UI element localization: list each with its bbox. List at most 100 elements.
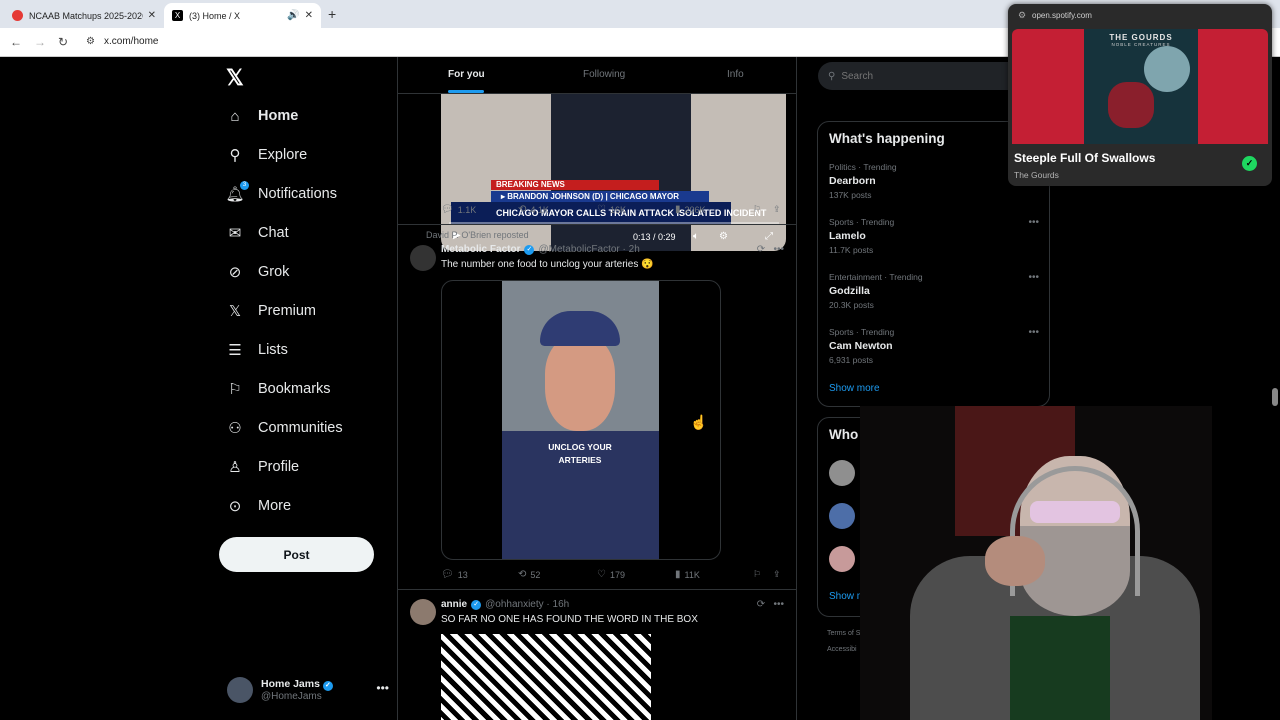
tweet2-actions: 💬︎ 13 ⟲ 52 ♡ 179 ▮ 11K ⚐ ⇪ [441,569,786,585]
views-button[interactable]: ▮ 11K [675,569,700,580]
back-icon[interactable]: ← [10,35,22,49]
avatar[interactable] [829,546,855,572]
check-icon[interactable]: ✓ [1242,156,1257,171]
nav-home[interactable]: ⌂ Home [226,101,298,131]
divider [398,589,796,590]
avatar[interactable] [829,460,855,486]
nav-explore[interactable]: ⚲ Explore [226,140,308,170]
bookmark-icon[interactable]: ⚐ [753,569,761,580]
reload-icon[interactable]: ↻ [58,35,68,49]
bookmark-icon[interactable]: ⚐ [753,204,761,215]
close-tab-icon[interactable]: ✕ [305,10,313,21]
repost-count: 4.1K [530,204,549,215]
trend-category: Sports · Trending [829,217,895,227]
artist-name[interactable]: The Gourds [1014,170,1059,180]
verified-badge-icon: ✓ [322,681,333,691]
forward-icon[interactable]: → [34,35,46,49]
repost-button[interactable]: ⟲ 4.1K [518,204,549,215]
more-icon[interactable]: ••• [1028,272,1039,283]
trend-item[interactable]: Sports · Trending Lamelo 11.7K posts ••• [829,217,1039,255]
tab-following[interactable]: Following [583,69,625,80]
tab-info[interactable]: Info [727,69,744,80]
video-time: 0:13 / 0:29 [633,232,676,242]
settings-icon[interactable]: ⚙ [719,231,728,242]
views-button[interactable]: ▮ 206K [675,204,706,215]
account-switcher[interactable]: Home Jams ✓ @HomeJams ••• [227,675,397,705]
repost-button[interactable]: ⟲ 52 [518,569,540,580]
grok-icon[interactable]: ⟳ ••• [757,244,784,255]
nav-profile[interactable]: ♙ Profile [226,452,299,482]
tweet-image-pattern[interactable] [441,634,651,720]
trend-topic: Cam Newton [829,340,893,352]
more-icon[interactable]: ••• [376,681,389,695]
reply-icon: 💬︎ [441,204,454,215]
scrollbar[interactable] [1272,388,1278,406]
new-tab-button[interactable]: + [328,6,336,22]
fullscreen-icon[interactable]: ⤢ [765,231,773,242]
grok-icon[interactable]: ⟳ ••• [757,599,784,610]
footer-accessibility[interactable]: Accessibi [827,646,857,653]
spotify-miniplayer[interactable]: ⚙ open.spotify.com THE GOURDS NOBLE CREA… [1008,4,1272,186]
avatar[interactable] [829,503,855,529]
avatar[interactable] [410,599,436,625]
tweet-video-news[interactable]: BREAKING NEWS ▸ BRANDON JOHNSON (D) | CH… [441,94,786,251]
trend-count: 137K posts [829,190,872,200]
avatar[interactable] [410,245,436,271]
more-icon[interactable]: ••• [1028,217,1039,228]
nav-notifications[interactable]: 🔔︎ 3 Notifications [225,179,337,209]
tweet-text: The number one food to unclog your arter… [441,259,654,270]
browser-tab-ncaab[interactable]: NCAAB Matchups 2025-2026 · ✕ [4,3,164,28]
nav-label: Notifications [258,186,337,202]
mouse-cursor-icon: ☝ [690,414,708,430]
more-icon[interactable]: ••• [1028,327,1039,338]
like-button[interactable]: ♡ 179 [597,569,625,580]
nav-chat[interactable]: ✉ Chat [226,218,289,248]
address-bar[interactable]: x.com/home [104,36,158,47]
author-handle[interactable]: @ohhanxiety · 16h [485,599,569,610]
like-count: 179 [609,569,625,580]
timeline: For you Following Info BREAKING NEWS ▸ B… [397,57,797,720]
show-more-link[interactable]: Show more [829,383,880,394]
like-button[interactable]: ♡ 16K [597,204,626,215]
footer-terms[interactable]: Terms of S [827,630,860,637]
nav-bookmarks[interactable]: ⚐ Bookmarks [226,374,330,404]
nav-label: Profile [258,459,300,475]
trend-item[interactable]: Sports · Trending Cam Newton 6,931 posts… [829,327,1039,365]
tweet-video-doctor[interactable]: UNCLOG YOUR ARTERIES [441,280,721,560]
author-name[interactable]: Metabolic Factor [441,244,520,255]
tweet-text: SO FAR NO ONE HAS FOUND THE WORD IN THE … [441,614,698,625]
ncaab-favicon-icon [12,10,23,21]
volume-icon[interactable]: 🔈︎ [693,231,699,242]
tab-for-you[interactable]: For you [448,69,485,80]
post-button[interactable]: Post [219,537,374,572]
chart-icon: ▮ [675,204,681,215]
share-icon[interactable]: ⇪ [773,569,781,580]
search-input[interactable] [841,70,1032,82]
trend-category: Sports · Trending [829,327,895,337]
author-handle[interactable]: @MetabolicFactor · 2h [538,244,639,255]
reposted-by[interactable]: David P. O'Brien reposted [426,230,529,240]
reply-button[interactable]: 💬︎ 13 [441,569,468,580]
nav-communities[interactable]: ⚇ Communities [226,413,342,443]
face-shape [545,336,615,431]
nav-more[interactable]: ⊙ More [226,491,291,521]
site-info-icon[interactable]: ⚙ [86,36,95,47]
browser-tab-x-home[interactable]: X (3) Home / X 🔊 ✕ [164,3,321,28]
nav-label: Chat [258,225,289,241]
speaker-icon[interactable]: 🔊 [287,10,299,21]
song-title[interactable]: Steeple Full Of Swallows [1014,151,1155,165]
close-tab-icon[interactable]: ✕ [148,10,156,21]
repost-icon: ⟲ [518,204,527,215]
nav-grok[interactable]: ⊘ Grok [226,257,290,287]
nav-premium[interactable]: 𝕏 Premium [226,296,316,326]
x-logo-icon[interactable]: 𝕏 [226,65,244,91]
album-art-creature [1108,82,1154,128]
person-shirt [1010,616,1110,720]
share-icon[interactable]: ⇪ [773,204,781,215]
nav-lists[interactable]: ☰ Lists [226,335,288,365]
trend-count: 20.3K posts [829,300,874,310]
trend-item[interactable]: Entertainment · Trending Godzilla 20.3K … [829,272,1039,310]
site-info-icon: ⚙ [1018,10,1027,20]
author-name[interactable]: annie [441,599,467,610]
reply-button[interactable]: 💬︎ 1.1K [441,204,476,215]
